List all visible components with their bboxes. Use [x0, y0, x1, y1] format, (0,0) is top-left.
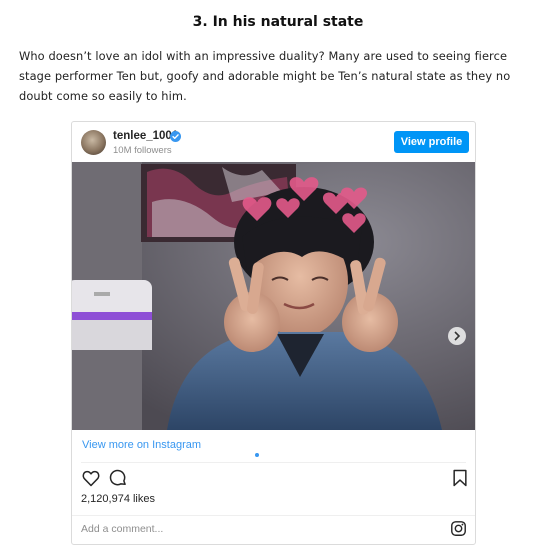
username-link[interactable]: tenlee_1001	[113, 130, 178, 142]
carousel-dots	[255, 453, 287, 457]
divider	[81, 462, 466, 463]
bookmark-icon[interactable]	[450, 468, 470, 488]
instagram-embed: tenlee_1001 10M followers View profile V…	[71, 121, 476, 545]
carousel-next-button[interactable]	[448, 327, 466, 345]
comment-icon[interactable]	[108, 468, 128, 488]
carousel-dot[interactable]	[262, 453, 266, 457]
likes-count: 2,120,974 likes	[81, 493, 155, 505]
view-profile-button[interactable]: View profile	[394, 131, 469, 153]
carousel-dot[interactable]	[283, 453, 287, 457]
view-more-link[interactable]: View more on Instagram	[82, 439, 201, 451]
carousel-dot[interactable]	[255, 453, 259, 457]
carousel-dot[interactable]	[276, 453, 280, 457]
instagram-logo-icon[interactable]	[450, 520, 467, 537]
post-photo-image	[72, 162, 475, 430]
carousel-dot[interactable]	[269, 453, 273, 457]
follower-count: 10M followers	[113, 145, 172, 156]
article-heading: 3. In his natural state	[192, 14, 364, 30]
verified-badge-icon	[170, 131, 181, 142]
post-photo[interactable]	[72, 162, 475, 457]
instagram-header: tenlee_1001 10M followers View profile	[72, 122, 475, 162]
article-paragraph: Who doesn’t love an idol with an impress…	[19, 49, 511, 103]
comment-input[interactable]: Add a comment...	[81, 523, 163, 535]
chevron-right-icon	[454, 331, 461, 341]
avatar[interactable]	[81, 130, 106, 155]
divider	[72, 515, 475, 516]
heart-icon[interactable]	[81, 468, 101, 488]
